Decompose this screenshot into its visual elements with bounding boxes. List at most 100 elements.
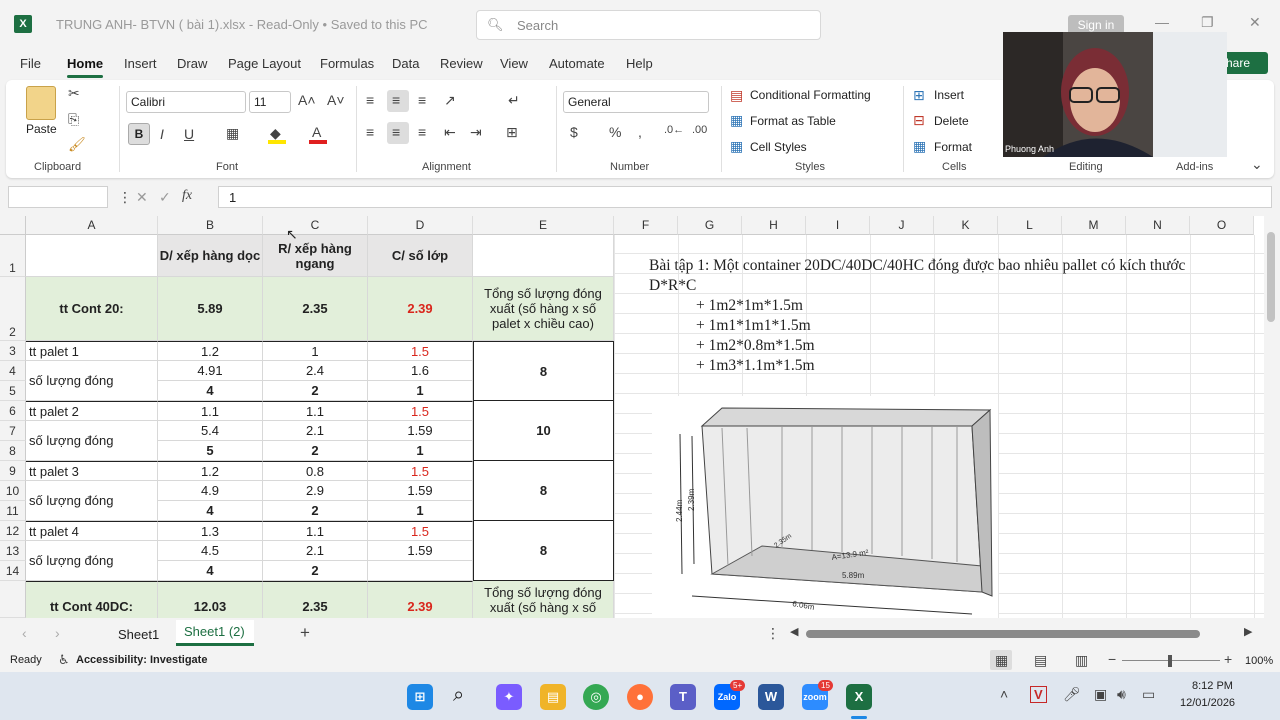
- row-header-15[interactable]: [0, 581, 26, 618]
- insert-cells-button[interactable]: Insert: [934, 88, 964, 102]
- cell-styles-button[interactable]: Cell Styles: [750, 140, 807, 154]
- horizontal-scroll-thumb[interactable]: [806, 630, 1200, 638]
- column-header-l[interactable]: L: [998, 216, 1062, 235]
- menu-home[interactable]: Home: [67, 56, 103, 71]
- share-button[interactable]: hare: [1220, 52, 1268, 74]
- menu-help[interactable]: Help: [626, 56, 653, 71]
- cell-a10[interactable]: số lượng đóng: [26, 481, 158, 521]
- cell-c1[interactable]: R/ xếp hàng ngang: [263, 235, 368, 277]
- row-header-2[interactable]: 2: [0, 277, 26, 341]
- column-header-j[interactable]: J: [870, 216, 934, 235]
- cell-e6[interactable]: 10: [473, 401, 614, 461]
- align-top-icon[interactable]: ≡: [366, 92, 374, 108]
- conditional-formatting-button[interactable]: Conditional Formatting: [750, 88, 871, 102]
- cell-b15[interactable]: 12.03: [158, 581, 263, 618]
- container-picture[interactable]: 2.44m 2.39m 2.35m A=13.9 m² 5.89m 6.06m: [652, 396, 998, 618]
- cell-a6[interactable]: tt palet 2: [26, 401, 158, 421]
- page-layout-view-icon[interactable]: ▤: [1034, 652, 1047, 669]
- cell-b4[interactable]: 4.91: [158, 361, 263, 381]
- cell-a4[interactable]: số lượng đóng: [26, 361, 158, 401]
- cell-d12[interactable]: 1.5: [368, 521, 473, 541]
- cell-d13[interactable]: 1.59: [368, 541, 473, 561]
- cell-d1[interactable]: C/ số lớp: [368, 235, 473, 277]
- cell-d9[interactable]: 1.5: [368, 461, 473, 481]
- vietkey-icon[interactable]: V: [1030, 686, 1047, 703]
- confirm-formula-icon[interactable]: ✓: [159, 189, 171, 206]
- cell-c2[interactable]: 2.35: [263, 277, 368, 341]
- taskbar-time[interactable]: 8:12 PM: [1192, 680, 1233, 692]
- row-header-10[interactable]: 10: [0, 481, 26, 501]
- cell-c12[interactable]: 1.1: [263, 521, 368, 541]
- cell-d10[interactable]: 1.59: [368, 481, 473, 501]
- menu-formulas[interactable]: Formulas: [320, 56, 374, 71]
- teams-icon[interactable]: T: [670, 684, 696, 710]
- microphone-icon[interactable]: 🎤︎: [1063, 686, 1081, 703]
- menu-view[interactable]: View: [500, 56, 528, 71]
- taskbar-search-icon[interactable]: ⌕: [453, 684, 464, 707]
- delete-cells-button[interactable]: Delete: [934, 114, 969, 128]
- cell-c4[interactable]: 2.4: [263, 361, 368, 381]
- cell-d2[interactable]: 2.39: [368, 277, 473, 341]
- row-header-3[interactable]: 3: [0, 341, 26, 361]
- cancel-formula-icon[interactable]: ✕: [136, 189, 148, 206]
- menu-draw[interactable]: Draw: [177, 56, 207, 71]
- cell-d5[interactable]: 1: [368, 381, 473, 401]
- orientation-icon[interactable]: ↗: [444, 92, 456, 109]
- cell-e2[interactable]: Tổng số lượng đóng xuất (số hàng x số pa…: [473, 277, 614, 341]
- column-header-m[interactable]: M: [1062, 216, 1126, 235]
- menu-data[interactable]: Data: [392, 56, 419, 71]
- menu-automate[interactable]: Automate: [549, 56, 605, 71]
- tab-options-icon[interactable]: ⋮: [766, 625, 780, 642]
- column-header-d[interactable]: D: [368, 216, 473, 235]
- paste-icon[interactable]: [26, 86, 56, 120]
- align-bottom-icon[interactable]: ≡: [418, 92, 426, 108]
- cell-b9[interactable]: 1.2: [158, 461, 263, 481]
- column-header-c[interactable]: C: [263, 216, 368, 235]
- name-box[interactable]: [8, 186, 108, 208]
- row-header-14[interactable]: 14: [0, 561, 26, 581]
- row-header-4[interactable]: 4: [0, 361, 26, 381]
- cell-e3[interactable]: 8: [473, 341, 614, 401]
- tab-sheet1[interactable]: Sheet1: [118, 627, 159, 642]
- minimize-icon[interactable]: —: [1155, 14, 1169, 30]
- cell-b5[interactable]: 4: [158, 381, 263, 401]
- cell-e12[interactable]: 8: [473, 521, 614, 581]
- cell-c7[interactable]: 2.1: [263, 421, 368, 441]
- cell-a7[interactable]: số lượng đóng: [26, 421, 158, 461]
- maximize-icon[interactable]: ❐: [1201, 14, 1214, 31]
- format-painter-icon[interactable]: 🖌︎: [68, 136, 86, 153]
- zoom-out-icon[interactable]: −: [1108, 651, 1116, 667]
- word-icon[interactable]: W: [758, 684, 784, 710]
- formula-bar-menu-icon[interactable]: ⋮: [118, 189, 132, 206]
- cell-b2[interactable]: 5.89: [158, 277, 263, 341]
- wrap-text-icon[interactable]: ↵: [508, 92, 520, 109]
- column-header-a[interactable]: A: [26, 216, 158, 235]
- cell-c11[interactable]: 2: [263, 501, 368, 521]
- insert-function-icon[interactable]: fx: [182, 188, 192, 204]
- column-header-o[interactable]: O: [1190, 216, 1254, 235]
- row-header-7[interactable]: 7: [0, 421, 26, 441]
- cell-b8[interactable]: 5: [158, 441, 263, 461]
- cell-d14[interactable]: [368, 561, 473, 581]
- row-header-6[interactable]: 6: [0, 401, 26, 421]
- cell-b6[interactable]: 1.1: [158, 401, 263, 421]
- next-sheet-icon[interactable]: ›: [55, 625, 60, 641]
- copilot-icon[interactable]: ✦: [496, 684, 522, 710]
- cell-b11[interactable]: 4: [158, 501, 263, 521]
- cell-e1[interactable]: [473, 235, 614, 277]
- increase-indent-icon[interactable]: ⇥: [470, 124, 482, 141]
- number-format-select[interactable]: General: [563, 91, 709, 113]
- cell-d7[interactable]: 1.59: [368, 421, 473, 441]
- zoom-level[interactable]: 100%: [1245, 655, 1273, 667]
- cell-e9[interactable]: 8: [473, 461, 614, 521]
- cell-b14[interactable]: 4: [158, 561, 263, 581]
- cell-a2[interactable]: tt Cont 20:: [26, 277, 158, 341]
- column-header-n[interactable]: N: [1126, 216, 1190, 235]
- row-header-11[interactable]: 11: [0, 501, 26, 521]
- cell-c9[interactable]: 0.8: [263, 461, 368, 481]
- borders-icon[interactable]: ▦: [226, 125, 239, 142]
- row-header-1[interactable]: 1: [0, 235, 26, 277]
- font-color-icon[interactable]: A: [312, 124, 321, 140]
- cell-b1[interactable]: D/ xếp hàng dọc: [158, 235, 263, 277]
- spreadsheet-grid[interactable]: A B C D E F G H I J K L M N O 1 2 3 4 5 …: [0, 216, 1264, 618]
